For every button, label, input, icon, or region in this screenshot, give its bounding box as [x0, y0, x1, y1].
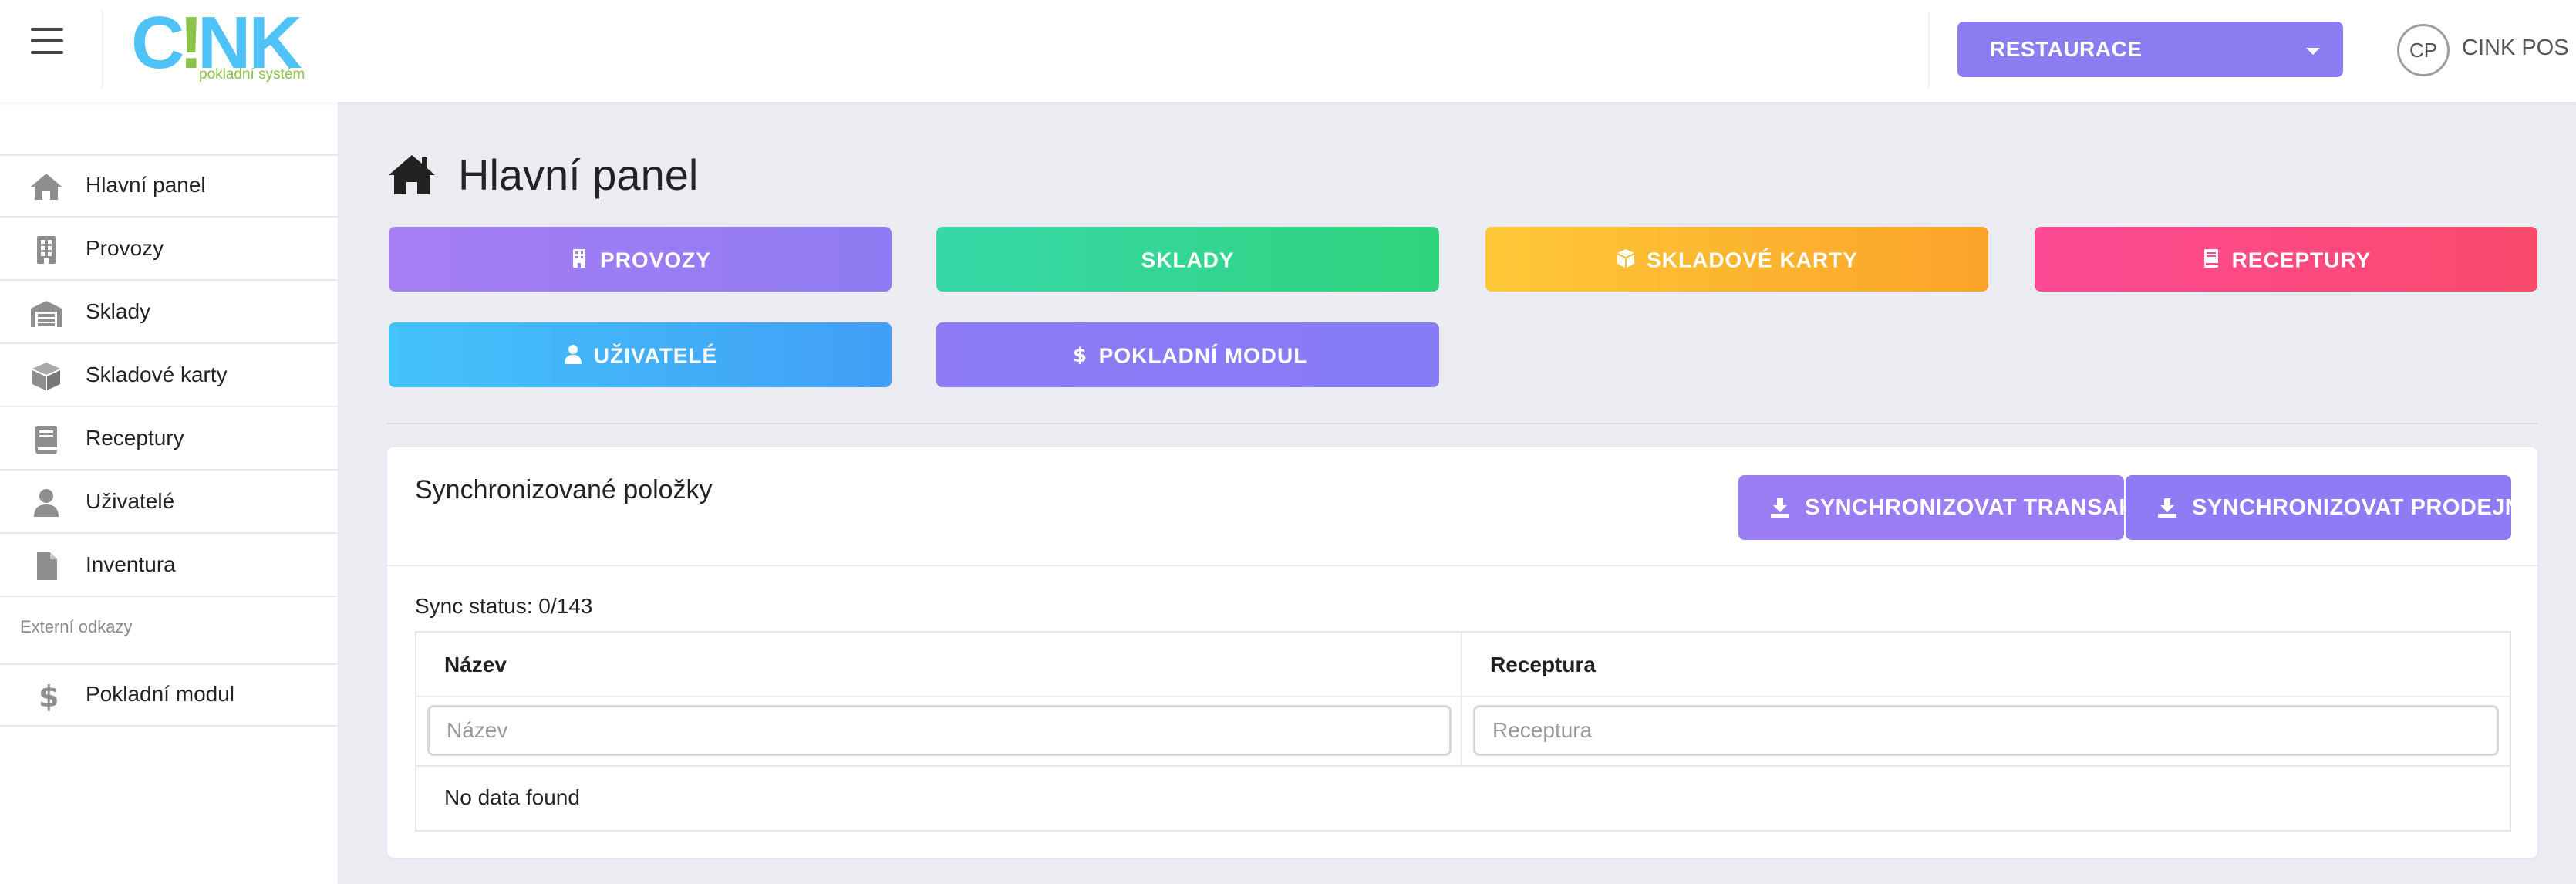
sync-products-label: SYNCHRONIZOVAT PRODEJNÍ POLOŽKY [2192, 495, 2511, 520]
svg-text:$: $ [39, 680, 59, 711]
download-icon [1771, 498, 1789, 518]
sidebar-item-provozy[interactable]: Provozy [0, 219, 338, 281]
box-icon [1617, 248, 1635, 268]
logo-tagline: pokladní systém [199, 66, 305, 83]
sidebar-item-label: Uživatelé [86, 489, 175, 513]
dollar-icon: $ [39, 680, 59, 711]
dollar-icon: $ [1073, 344, 1087, 364]
sidebar: Hlavní panel Provozy Sklady Skladové kar… [0, 102, 339, 884]
venue-select-value: RESTAURACE [1990, 37, 2143, 61]
receptury-button[interactable]: RECEPTURY [2035, 227, 2537, 292]
avatar[interactable]: CP [2397, 24, 2450, 76]
sidebar-item-receptury[interactable]: Receptury [0, 409, 338, 471]
sidebar-item-inventura[interactable]: Inventura [0, 535, 338, 597]
header-divider [102, 11, 103, 88]
empty-state-text: No data found [444, 785, 580, 809]
provozy-button-label: PROVOZY [600, 248, 711, 272]
uzivatele-button-label: UŽIVATELÉ [593, 343, 718, 368]
box-icon [32, 363, 60, 390]
filter-nazev-input[interactable] [427, 705, 1452, 756]
file-icon [37, 552, 57, 580]
sklady-button-label: SKLADY [1141, 248, 1235, 272]
skladove-karty-button[interactable]: SKLADOVÉ KARTY [1485, 227, 1988, 292]
receptury-button-label: RECEPTURY [2231, 248, 2372, 272]
sync-transactions-button[interactable]: SYNCHRONIZOVAT TRANSAKCE [1738, 475, 2124, 540]
caret-down-icon [2306, 48, 2320, 55]
sidebar-item-label: Inventura [86, 552, 176, 576]
venue-select[interactable]: RESTAURACE [1957, 22, 2343, 77]
warehouse-icon [31, 301, 62, 327]
download-icon [2158, 498, 2176, 518]
user-icon [564, 344, 582, 364]
sidebar-item-uzivatele[interactable]: Uživatelé [0, 472, 338, 534]
building-icon [573, 248, 586, 268]
filter-row [416, 697, 2510, 767]
sync-status: Sync status: 0/143 [415, 594, 593, 618]
sidebar-item-label: Hlavní panel [86, 173, 206, 197]
sidebar-item-skladove-karty[interactable]: Skladové karty [0, 346, 338, 407]
sync-card: Synchronizované položky SYNCHRONIZOVAT T… [387, 447, 2537, 858]
user-name[interactable]: CINK POS [2462, 35, 2569, 61]
sync-card-title: Synchronizované položky [415, 475, 713, 504]
sidebar-section-label: Externí odkazy [20, 617, 133, 636]
home-icon [389, 155, 435, 194]
sync-products-button[interactable]: SYNCHRONIZOVAT PRODEJNÍ POLOŽKY [2126, 475, 2511, 540]
sidebar-item-label: Sklady [86, 299, 151, 323]
top-header: C ! NK pokladní systém RESTAURACE CP CIN… [0, 0, 2576, 102]
uzivatele-button[interactable]: UŽIVATELÉ [389, 322, 892, 387]
header-divider-right [1928, 12, 1930, 88]
sidebar-item-label: Receptury [86, 426, 184, 450]
section-divider [387, 423, 2537, 424]
column-header-nazev[interactable]: Název [416, 633, 1461, 697]
home-icon [31, 174, 62, 200]
svg-text:$: $ [1073, 344, 1087, 364]
user-icon [34, 489, 59, 517]
menu-toggle-icon[interactable] [31, 28, 63, 54]
logo[interactable]: C ! NK pokladní systém [131, 2, 305, 85]
book-icon [35, 426, 57, 454]
sidebar-item-label: Skladové karty [86, 363, 228, 386]
pokladni-modul-button[interactable]: $ POKLADNÍ MODUL [936, 322, 1439, 387]
column-header-receptura[interactable]: Receptura [1462, 633, 2510, 697]
sync-transactions-label: SYNCHRONIZOVAT TRANSAKCE [1805, 495, 2124, 520]
sidebar-item-pokladni-modul[interactable]: $ Pokladní modul [0, 665, 338, 727]
sidebar-item-label: Provozy [86, 236, 164, 260]
filter-receptura-input[interactable] [1473, 705, 2499, 756]
sync-card-header: Synchronizované položky SYNCHRONIZOVAT T… [387, 447, 2537, 566]
sidebar-item-label: Pokladní modul [86, 682, 235, 706]
sidebar-item-sklady[interactable]: Sklady [0, 282, 338, 344]
sidebar-item-hlavni-panel[interactable]: Hlavní panel [0, 156, 338, 218]
skladove-karty-button-label: SKLADOVÉ KARTY [1647, 248, 1858, 272]
sklady-button[interactable]: SKLADY [936, 227, 1439, 292]
page-title: Hlavní panel [458, 150, 699, 199]
svg-text:C: C [131, 8, 183, 84]
book-icon [2203, 248, 2218, 268]
provozy-button[interactable]: PROVOZY [389, 227, 892, 292]
building-icon [37, 236, 56, 264]
pokladni-modul-button-label: POKLADNÍ MODUL [1098, 343, 1308, 368]
sync-table: Název Receptura No data found [415, 631, 2511, 832]
